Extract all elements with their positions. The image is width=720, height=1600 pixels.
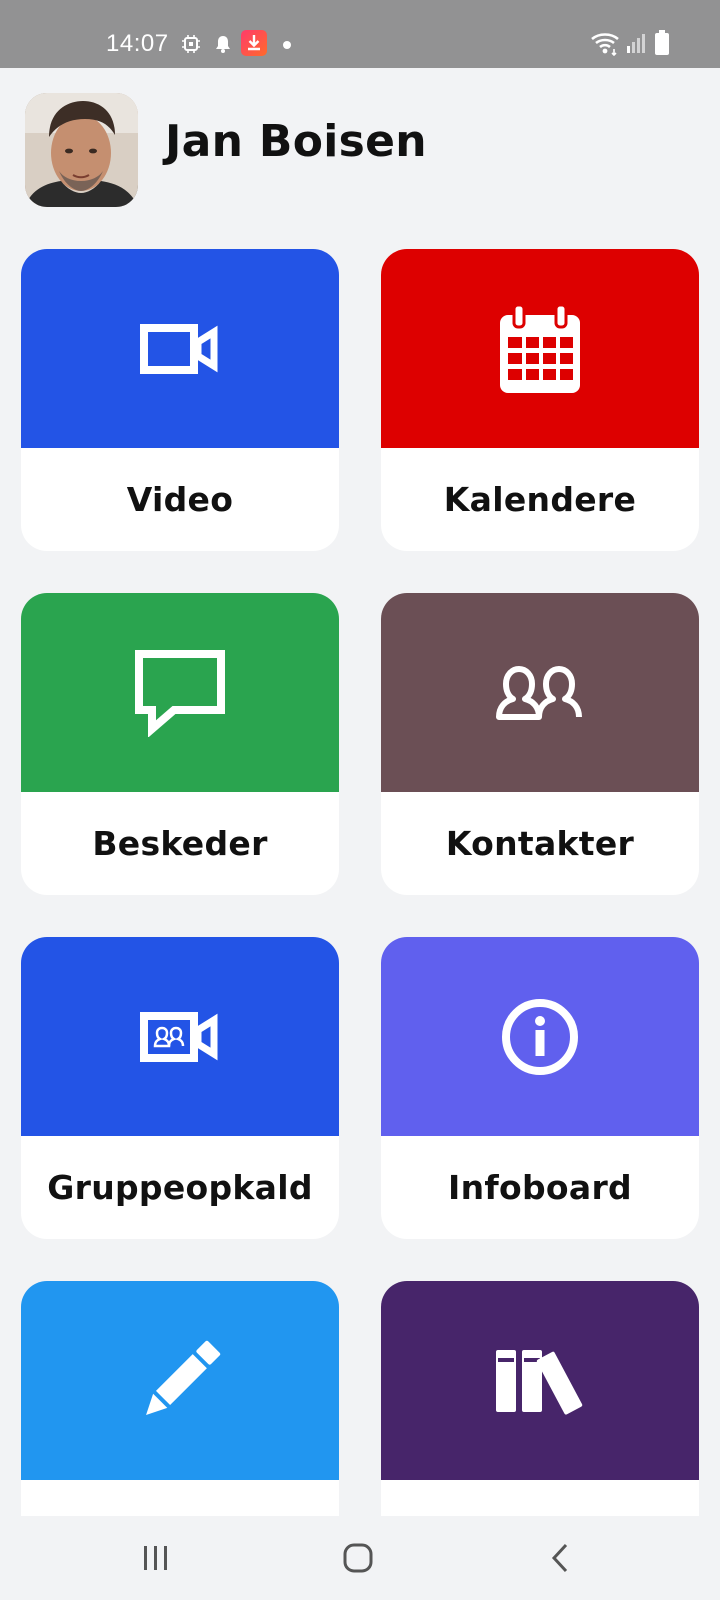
tile-calendar-label: Kalendere bbox=[443, 480, 637, 519]
profile-header: Jan Boisen bbox=[0, 68, 720, 248]
tile-messages[interactable]: Beskeder bbox=[21, 593, 339, 895]
chip-icon bbox=[182, 35, 200, 53]
group-video-icon bbox=[140, 1011, 218, 1062]
recent-apps-button[interactable] bbox=[126, 1536, 186, 1580]
tile-notes-header bbox=[21, 1281, 339, 1480]
tile-messages-header bbox=[21, 593, 339, 792]
download-app-icon bbox=[241, 30, 267, 56]
back-button[interactable] bbox=[530, 1536, 590, 1580]
tile-messages-label: Beskeder bbox=[92, 824, 268, 863]
info-icon bbox=[502, 998, 578, 1075]
bell-icon bbox=[216, 36, 230, 53]
tile-group-call[interactable]: Gruppeopkald bbox=[21, 937, 339, 1239]
tile-calendar-header bbox=[381, 249, 699, 448]
tile-video-label: Video bbox=[126, 480, 234, 519]
tile-contacts-header bbox=[381, 593, 699, 792]
wifi-icon bbox=[591, 33, 619, 56]
avatar-photo-icon bbox=[25, 93, 138, 207]
chat-bubble-icon bbox=[135, 649, 225, 737]
recent-apps-icon bbox=[144, 1546, 167, 1570]
tile-group-call-label: Gruppeopkald bbox=[47, 1168, 313, 1207]
dot-icon bbox=[283, 41, 291, 49]
tile-contacts-label: Kontakter bbox=[445, 824, 635, 863]
tile-video-header bbox=[21, 249, 339, 448]
system-nav-bar bbox=[0, 1516, 720, 1600]
battery-icon bbox=[655, 30, 669, 55]
status-time: 14:07 bbox=[106, 30, 169, 57]
video-camera-icon bbox=[140, 323, 218, 374]
tile-contacts[interactable]: Kontakter bbox=[381, 593, 699, 895]
pencil-icon bbox=[146, 1340, 221, 1415]
tile-infoboard[interactable]: Infoboard bbox=[381, 937, 699, 1239]
tile-calendar[interactable]: Kalendere bbox=[381, 249, 699, 551]
contacts-icon bbox=[496, 665, 582, 720]
tile-library-header bbox=[381, 1281, 699, 1480]
tile-video[interactable]: Video bbox=[21, 249, 339, 551]
home-button[interactable] bbox=[328, 1536, 388, 1580]
tile-group-call-header bbox=[21, 937, 339, 1136]
books-icon bbox=[496, 1349, 583, 1414]
user-name: Jan Boisen bbox=[165, 116, 427, 167]
tile-infoboard-header bbox=[381, 937, 699, 1136]
back-icon bbox=[551, 1543, 568, 1573]
signal-icon bbox=[627, 34, 645, 53]
user-avatar[interactable] bbox=[25, 93, 138, 207]
status-bar: 14:07 bbox=[0, 0, 720, 68]
tile-infoboard-label: Infoboard bbox=[448, 1168, 632, 1207]
home-icon bbox=[343, 1543, 373, 1573]
calendar-icon bbox=[500, 303, 580, 393]
